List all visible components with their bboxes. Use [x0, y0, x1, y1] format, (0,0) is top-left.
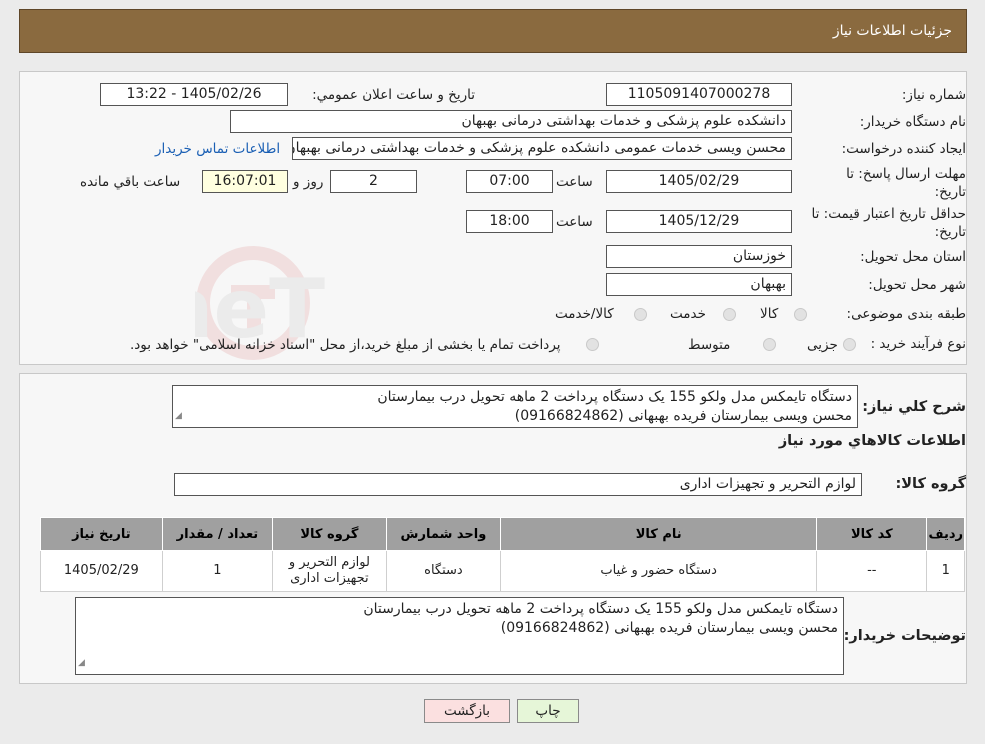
category-radio-service[interactable]: [723, 308, 736, 321]
creator-field: محسن ویسی خدمات عمومی دانشکده علوم پزشکی…: [292, 137, 792, 160]
price-validity-label: حداقل تاریخ اعتبار قیمت: تا: [811, 206, 966, 222]
col-row-header: ردیف: [926, 517, 965, 551]
goods-table: ردیف کد کالا نام کالا واحد شمارش گروه کا…: [40, 517, 965, 592]
category-radio-goods[interactable]: [794, 308, 807, 321]
announce-datetime-field: 1405/02/26 - 13:22: [100, 83, 288, 106]
category-option-goods-service: کالا/خدمت: [555, 306, 614, 322]
category-option-goods: کالا: [760, 306, 779, 322]
goods-section-title: اطلاعات کالاهاي مورد نیاز: [778, 433, 966, 449]
description-textarea: دستگاه تایمکس مدل ولکو 155 یک دستگاه پرد…: [172, 385, 858, 428]
remaining-time-field: 16:07:01: [202, 170, 288, 193]
treasury-note: پرداخت تمام یا بخشی از مبلغ خرید،از محل …: [130, 337, 561, 353]
goods-group-label: گروه کالا:: [895, 476, 966, 492]
reply-deadline-label: مهلت ارسال پاسخ: تا: [846, 166, 966, 182]
treasury-checkbox[interactable]: [586, 338, 599, 351]
city-field: بهبهان: [606, 273, 792, 296]
price-validity-time: 18:00: [466, 210, 553, 233]
resize-grip-icon[interactable]: ◢: [78, 654, 85, 673]
cell-qty: 1: [161, 550, 274, 592]
purchase-type-option-minor: جزیی: [807, 337, 838, 353]
cell-name: دستگاه حضور و غیاب: [500, 550, 818, 592]
reply-deadline-label-2: تاریخ:: [934, 184, 966, 200]
need-number-field: 1105091407000278: [606, 83, 792, 106]
resize-grip-icon[interactable]: ◢: [175, 407, 182, 426]
col-qty-header: تعداد / مقدار: [161, 517, 274, 551]
print-button[interactable]: چاپ: [517, 699, 579, 723]
purchase-type-option-medium: متوسط: [688, 337, 731, 353]
col-group-header: گروه کالا: [272, 517, 387, 551]
cell-group: لوازم التحریر و تجهیزات اداری: [272, 550, 387, 592]
reply-days-field: 2: [330, 170, 417, 193]
announce-datetime-label: تاریخ و ساعت اعلان عمومي:: [312, 87, 475, 103]
description-line-1: دستگاه تایمکس مدل ولکو 155 یک دستگاه پرد…: [377, 389, 852, 405]
price-validity-label-2: تاریخ:: [934, 224, 966, 240]
cell-group-line-1: لوازم التحریر و: [288, 555, 370, 570]
price-validity-date: 1405/12/29: [606, 210, 792, 233]
page-header: جزئیات اطلاعات نیاز: [19, 9, 967, 53]
table-header-row: ردیف کد کالا نام کالا واحد شمارش گروه کا…: [40, 517, 965, 551]
description-line-2: محسن ویسی بیمارستان فریده بهبهانی (09166…: [514, 408, 852, 424]
buyer-org-field: دانشکده علوم پزشکی و خدمات بهداشتی درمان…: [230, 110, 792, 133]
purchase-type-label: نوع فرآیند خرید :: [870, 336, 966, 352]
purchase-type-radio-medium[interactable]: [763, 338, 776, 351]
page-title: جزئیات اطلاعات نیاز: [832, 23, 952, 39]
back-button[interactable]: بازگشت: [424, 699, 510, 723]
remaining-time-label: ساعت باقي مانده: [80, 174, 181, 190]
province-label: استان محل تحویل:: [860, 249, 966, 265]
col-code-header: کد کالا: [816, 517, 928, 551]
col-date-header: تاریخ نیاز: [40, 517, 163, 551]
buyer-notes-textarea: دستگاه تایمکس مدل ولکو 155 یک دستگاه پرد…: [75, 597, 844, 675]
description-label: شرح کلي نیاز:: [862, 399, 966, 415]
city-label: شهر محل تحویل:: [868, 277, 966, 293]
buyer-notes-line-1: دستگاه تایمکس مدل ولکو 155 یک دستگاه پرد…: [363, 601, 838, 617]
purchase-type-radio-minor[interactable]: [843, 338, 856, 351]
buyer-org-label: نام دستگاه خریدار:: [859, 114, 966, 130]
cell-group-line-2: تجهیزات اداری: [290, 571, 369, 586]
buyer-notes-label: توضیحات خریدار:: [843, 628, 966, 644]
cell-code: --: [816, 550, 928, 592]
days-label: روز و: [293, 174, 324, 190]
reply-deadline-date: 1405/02/29: [606, 170, 792, 193]
goods-group-field: لوازم التحریر و تجهیزات اداری: [174, 473, 862, 496]
col-name-header: نام کالا: [500, 517, 818, 551]
cell-unit: دستگاه: [385, 550, 502, 592]
col-unit-header: واحد شمارش: [385, 517, 502, 551]
buyer-contact-link[interactable]: اطلاعات تماس خریدار: [155, 141, 280, 157]
cell-date: 1405/02/29: [40, 550, 163, 592]
creator-label: ایجاد کننده درخواست:: [841, 141, 966, 157]
table-row: 1 -- دستگاه حضور و غیاب دستگاه لوازم الت…: [40, 550, 965, 592]
category-option-service: خدمت: [670, 306, 706, 322]
cell-row: 1: [926, 550, 965, 592]
need-number-label: شماره نیاز:: [901, 87, 966, 103]
category-radio-goods-service[interactable]: [634, 308, 647, 321]
reply-deadline-time: 07:00: [466, 170, 553, 193]
price-validity-time-label: ساعت: [556, 214, 593, 230]
buyer-notes-line-2: محسن ویسی بیمارستان فریده بهبهانی (09166…: [500, 620, 838, 636]
reply-time-label: ساعت: [556, 174, 593, 190]
province-field: خوزستان: [606, 245, 792, 268]
category-label: طبقه بندی موضوعی:: [846, 306, 966, 322]
